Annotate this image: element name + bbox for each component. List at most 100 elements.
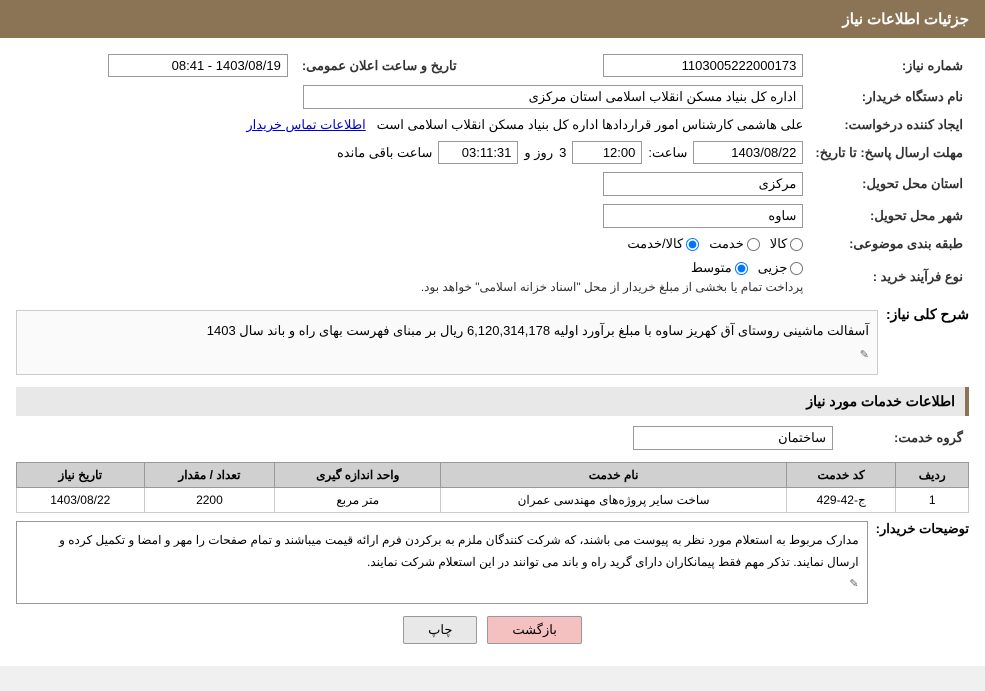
back-button[interactable]: بازگشت xyxy=(487,616,581,644)
buyer-org-value-cell: اداره کل بنیاد مسکن انقلاب اسلامی استان … xyxy=(16,81,809,113)
need-number-display: 1103005222000173 xyxy=(603,54,803,77)
category-radio-kala-item[interactable]: کالا xyxy=(770,236,804,252)
process-radio-motavaset[interactable] xyxy=(735,262,748,275)
category-radio-khadamat[interactable] xyxy=(747,238,760,251)
city-value-cell: ساوه xyxy=(16,200,809,232)
service-group-label: گروه خدمت: xyxy=(839,422,969,454)
buyer-desc-label: توضیحات خریدار: xyxy=(876,521,969,537)
content-area: شماره نیاز: 1103005222000173 تاریخ و ساع… xyxy=(0,38,985,666)
deadline-time: 12:00 xyxy=(572,141,642,164)
need-desc-text: آسفالت ماشینی روستای آق کهریز ساوه با مب… xyxy=(207,323,869,338)
deadline-date: 1403/08/22 xyxy=(693,141,803,164)
process-radio-group: جزیی متوسط xyxy=(22,260,803,276)
requester-label: ایجاد کننده درخواست: xyxy=(809,113,969,137)
need-number-label: شماره نیاز: xyxy=(809,50,969,81)
service-group-value-cell: ساختمان xyxy=(16,422,839,454)
buyer-org-display: اداره کل بنیاد مسکن انقلاب اسلامی استان … xyxy=(303,85,803,109)
category-radio-kala-khadamat-item[interactable]: کالا/خدمت xyxy=(627,236,699,252)
services-table-head: ردیف کد خدمت نام خدمت واحد اندازه گیری ت… xyxy=(17,463,969,488)
buyer-desc-text: مدارک مربوط به استعلام مورد نظر به پیوست… xyxy=(59,533,859,569)
services-table: ردیف کد خدمت نام خدمت واحد اندازه گیری ت… xyxy=(16,462,969,513)
process-jozei-label: جزیی xyxy=(758,260,788,276)
col-unit-header: واحد اندازه گیری xyxy=(275,463,441,488)
services-table-body: 1ج-42-429ساخت سایر پروژه‌های مهندسی عمرا… xyxy=(17,488,969,513)
category-kala-khadamat-label: کالا/خدمت xyxy=(627,236,683,252)
col-date-header: تاریخ نیاز xyxy=(17,463,145,488)
requester-link[interactable]: اطلاعات تماس خریدار xyxy=(246,117,365,132)
service-group-table: گروه خدمت: ساختمان xyxy=(16,422,969,454)
category-radio-kala[interactable] xyxy=(790,238,803,251)
province-display: مرکزی xyxy=(603,172,803,196)
process-motavaset-label: متوسط xyxy=(691,260,732,276)
services-section-title: اطلاعات خدمات مورد نیاز xyxy=(16,387,969,416)
announce-value-cell: 1403/08/19 - 08:41 xyxy=(16,50,294,81)
process-radio-jozei[interactable] xyxy=(790,262,803,275)
need-desc-icon: ✎ xyxy=(860,349,869,361)
process-note: پرداخت تمام یا بخشی از مبلغ خریدار از مح… xyxy=(22,280,803,294)
deadline-value-cell: 1403/08/22 ساعت: 12:00 3 روز و 03:11:31 … xyxy=(16,137,809,168)
col-qty-header: تعداد / مقدار xyxy=(144,463,275,488)
need-number-value: 1103005222000173 xyxy=(503,50,810,81)
province-label: استان محل تحویل: xyxy=(809,168,969,200)
need-desc-label: شرح کلی نیاز: xyxy=(886,306,969,323)
city-display: ساوه xyxy=(603,204,803,228)
process-label: نوع فرآیند خرید : xyxy=(809,256,969,298)
deadline-label: مهلت ارسال پاسخ: تا تاریخ: xyxy=(809,137,969,168)
deadline-day-label: روز و xyxy=(524,145,553,161)
category-radio-group: کالا خدمت کالا/خدمت xyxy=(22,236,803,252)
province-value-cell: مرکزی xyxy=(16,168,809,200)
row-process: نوع فرآیند خرید : جزیی متوسط xyxy=(16,256,969,298)
category-khadamat-label: خدمت xyxy=(709,236,744,252)
cell-qty: 2200 xyxy=(144,488,275,513)
buyer-desc-box: مدارک مربوط به استعلام مورد نظر به پیوست… xyxy=(16,521,868,604)
category-radio-khadamat-item[interactable]: خدمت xyxy=(709,236,760,252)
process-value-cell: جزیی متوسط پرداخت تمام یا بخشی از مبلغ خ… xyxy=(16,256,809,298)
deadline-remaining-label: ساعت باقی مانده xyxy=(337,145,432,161)
cell-row: 1 xyxy=(896,488,969,513)
table-row: 1ج-42-429ساخت سایر پروژه‌های مهندسی عمرا… xyxy=(17,488,969,513)
button-row: بازگشت چاپ xyxy=(16,616,969,644)
deadline-time-label: ساعت: xyxy=(648,145,687,161)
col-code-header: کد خدمت xyxy=(786,463,895,488)
need-desc-row: شرح کلی نیاز: آسفالت ماشینی روستای آق که… xyxy=(16,306,969,379)
service-group-display: ساختمان xyxy=(633,426,833,450)
services-table-header-row: ردیف کد خدمت نام خدمت واحد اندازه گیری ت… xyxy=(17,463,969,488)
print-button[interactable]: چاپ xyxy=(403,616,477,644)
row-deadline: مهلت ارسال پاسخ: تا تاریخ: 1403/08/22 سا… xyxy=(16,137,969,168)
process-radio-motavaset-item[interactable]: متوسط xyxy=(691,260,748,276)
buyer-org-label: نام دستگاه خریدار: xyxy=(809,81,969,113)
category-radio-kala-khadamat[interactable] xyxy=(686,238,699,251)
row-need-number: شماره نیاز: 1103005222000173 تاریخ و ساع… xyxy=(16,50,969,81)
col-name-header: نام خدمت xyxy=(441,463,787,488)
row-city: شهر محل تحویل: ساوه xyxy=(16,200,969,232)
cell-date: 1403/08/22 xyxy=(17,488,145,513)
page-title: جزئیات اطلاعات نیاز xyxy=(843,11,970,28)
col-row-header: ردیف xyxy=(896,463,969,488)
requester-text: علی هاشمی کارشناس امور قراردادها اداره ک… xyxy=(377,117,804,132)
row-requester: ایجاد کننده درخواست: علی هاشمی کارشناس ا… xyxy=(16,113,969,137)
main-info-table: شماره نیاز: 1103005222000173 تاریخ و ساع… xyxy=(16,50,969,298)
page-wrapper: جزئیات اطلاعات نیاز شماره نیاز: 11030052… xyxy=(0,0,985,666)
announce-label: تاریخ و ساعت اعلان عمومی: xyxy=(294,50,463,81)
cell-code: ج-42-429 xyxy=(786,488,895,513)
table-container: ردیف کد خدمت نام خدمت واحد اندازه گیری ت… xyxy=(16,462,969,513)
process-radio-jozei-item[interactable]: جزیی xyxy=(758,260,804,276)
row-buyer-org: نام دستگاه خریدار: اداره کل بنیاد مسکن ا… xyxy=(16,81,969,113)
service-group-row: گروه خدمت: ساختمان xyxy=(16,422,969,454)
buyer-desc-row: توضیحات خریدار: مدارک مربوط به استعلام م… xyxy=(16,521,969,604)
deadline-days: 3 xyxy=(559,145,566,160)
row-province: استان محل تحویل: مرکزی xyxy=(16,168,969,200)
category-value-cell: کالا خدمت کالا/خدمت xyxy=(16,232,809,256)
category-label: طبقه بندی موضوعی: xyxy=(809,232,969,256)
requester-value-cell: علی هاشمی کارشناس امور قراردادها اداره ک… xyxy=(16,113,809,137)
page-header: جزئیات اطلاعات نیاز xyxy=(0,0,985,38)
cell-unit: متر مربع xyxy=(275,488,441,513)
deadline-remaining: 03:11:31 xyxy=(438,141,518,164)
buyer-desc-icon: ✎ xyxy=(849,578,858,590)
city-label: شهر محل تحویل: xyxy=(809,200,969,232)
announce-display: 1403/08/19 - 08:41 xyxy=(108,54,288,77)
need-desc-box: آسفالت ماشینی روستای آق کهریز ساوه با مب… xyxy=(16,310,878,375)
deadline-row: 1403/08/22 ساعت: 12:00 3 روز و 03:11:31 … xyxy=(22,141,803,164)
row-category: طبقه بندی موضوعی: کالا خدمت xyxy=(16,232,969,256)
category-kala-label: کالا xyxy=(770,236,788,252)
